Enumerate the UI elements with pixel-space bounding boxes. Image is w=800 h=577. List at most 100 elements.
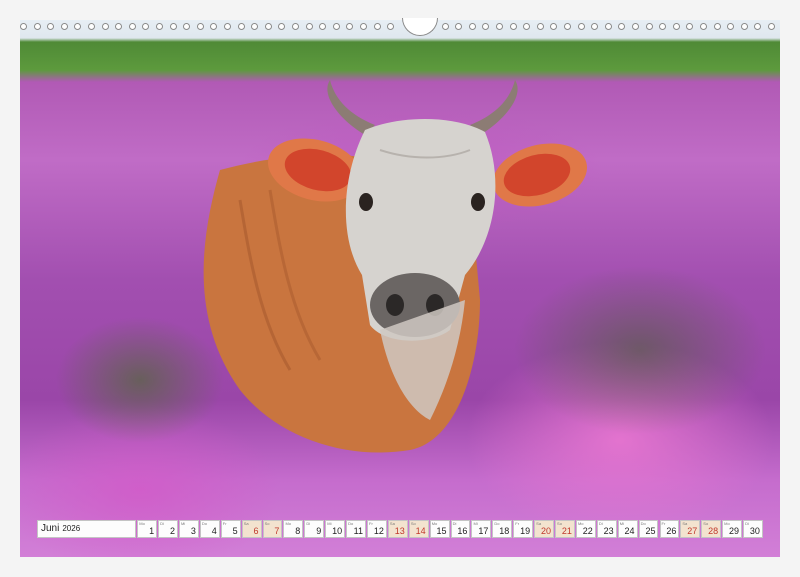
day-cell: Fr 26 [659,520,680,538]
weekday-label: Do [348,521,354,526]
weekday-label: Mi [181,521,186,526]
day-cell: So 7 [262,520,283,538]
day-cell: Fr 5 [220,520,241,538]
day-cell: Di 2 [158,520,178,538]
weekday-label: Do [201,521,208,526]
month-name: Juni [41,523,60,534]
binding-ring [536,23,544,30]
day-cell: Mo 1 [137,520,158,538]
day-number: 3 [190,526,196,536]
day-number: 10 [332,526,343,536]
binding-ring [305,23,313,30]
binding-ring [60,23,68,30]
binding-ring [700,23,707,30]
day-number: 11 [353,526,363,536]
binding-ring [564,23,571,30]
day-cell: Do 4 [199,520,220,538]
binding-ring [387,23,395,30]
day-number: 24 [624,526,635,536]
day-cell: Fr 12 [367,520,387,538]
day-cell: So 28 [701,520,722,538]
cow-illustration [203,80,588,453]
binding-ring [645,23,653,30]
calendar-strip: Juni 2026 Mo 1 Di 2 Mi 3 Do 4 Fr 5 Sa 6 So 7 Mo 8 Di 9 Mi 10… [37,520,763,540]
day-cell: Mi 3 [179,520,199,538]
day-number: 19 [520,526,531,536]
weekday-label: Mo [139,521,145,526]
day-number: 9 [316,526,322,536]
binding-ring [196,23,204,30]
binding-ring [224,23,231,30]
day-number: 30 [749,526,760,536]
binding-ring [115,23,123,30]
day-number: 14 [415,526,426,536]
binding-ring [632,23,639,30]
weekday-label: Di [306,521,311,526]
spiral-binding [20,18,780,38]
left-eye [359,193,373,211]
day-cell: Di 16 [450,520,471,538]
binding-ring [346,23,354,30]
day-cell: Mo 29 [722,520,743,538]
binding-ring [604,23,612,30]
binding-ring [686,23,694,30]
day-number: 26 [666,526,677,536]
month-label: Juni 2026 [37,520,137,538]
hanger-hook [402,18,438,36]
binding-ring [727,23,735,30]
binding-ring [768,23,775,30]
day-cell: Mi 10 [325,520,346,538]
binding-ring [264,23,272,30]
binding-ring [496,23,503,30]
day-number: 1 [149,526,155,536]
binding-ring [523,23,531,30]
day-cell: Mi 24 [617,520,638,538]
binding-ring [659,23,667,30]
day-number: 17 [478,526,489,536]
right-horn [470,80,518,135]
weekday-label: Di [160,521,164,526]
day-cell: Di 30 [743,520,763,538]
day-number: 5 [232,526,238,536]
day-number: 12 [373,526,384,536]
weekday-label: Fr [222,521,227,526]
day-cell: Mo 22 [575,520,596,538]
binding-ring [360,23,367,30]
weekday-label: Fr [515,521,520,526]
day-number: 16 [457,526,468,536]
binding-ring [128,23,136,30]
day-number: 23 [603,526,614,536]
binding-ring [33,23,41,30]
binding-ring [319,23,327,30]
binding-ring [156,23,163,30]
binding-ring [550,23,558,30]
binding-ring [169,23,177,30]
binding-ring [577,23,585,30]
day-number: 20 [540,526,551,536]
day-cell: Mo 8 [283,520,304,538]
day-number: 4 [211,526,217,536]
day-cell: Sa 13 [387,520,408,538]
right-eye [471,193,485,211]
day-number: 27 [687,526,698,536]
weekday-label: Di [598,521,603,526]
weekday-label: Fr [369,521,373,526]
binding-ring [672,23,680,30]
binding-ring [142,23,150,30]
weekday-label: Mi [619,521,624,526]
day-cell: Do 25 [638,520,659,538]
binding-ring [101,23,109,30]
day-number: 2 [169,526,175,536]
day-cell: Sa 6 [241,520,262,538]
day-number: 8 [295,526,301,536]
binding-ring [509,23,517,30]
day-number: 7 [274,526,280,536]
year-label: 2026 [62,524,81,533]
weekday-label: Mi [327,521,332,526]
weekday-label: Mo [285,521,292,526]
day-cell: So 21 [555,520,575,538]
weekday-label: Mi [473,521,478,526]
binding-ring [292,23,299,30]
binding-ring [251,23,259,30]
day-cell: Sa 20 [534,520,554,538]
